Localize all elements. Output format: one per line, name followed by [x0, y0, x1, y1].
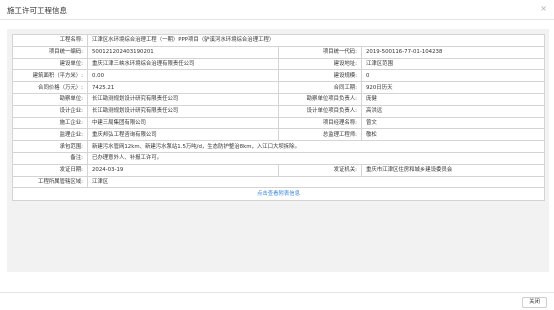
table-row: 施工企业: 中建三局集团有限公司 项目经理名称: 曾文: [12, 116, 546, 130]
construction-unit-value: 中建三局集团有限公司: [87, 116, 279, 130]
credit-code-value: 2019-500116-77-01-104238: [360, 45, 546, 59]
address-label: 建设地址:: [278, 57, 362, 71]
dialog-footer: 关闭: [0, 292, 554, 310]
dialog-content: 工程名称: 江津区水环境综合治理工程（一期）PPP项目（驴溪河水环境综合治理工程…: [7, 29, 549, 272]
scale-label: 建设规模:: [278, 69, 362, 83]
issue-date-value: 2024-03-19: [87, 163, 279, 177]
table-row: 勘察单位: 长江勘测规划设计研究有限责任公司 勘察单位项目负责人: 庞健: [12, 92, 546, 106]
scale-value: 0: [360, 69, 546, 83]
table-row: 设计企业: 长江勘测规划设计研究有限责任公司 设计单位项目负责人: 高洪远: [12, 104, 546, 118]
remark-value: 已办理意外人、补报工许可。: [86, 151, 546, 165]
more-link-cell: 点击查看附表信息: [11, 187, 546, 202]
credit-code-label: 项目统一代码:: [278, 45, 362, 59]
design-unit-value: 长江勘测规划设计研究有限责任公司: [87, 104, 279, 118]
supervision-unit-label: 监理企业:: [12, 128, 88, 142]
scope-label: 承包范围:: [12, 140, 88, 153]
district-value: 江津区: [86, 175, 546, 189]
table-row: 建设单位: 重庆江津三峡水环境综合治理有限责任公司 建设地址: 江津区范围: [12, 57, 546, 71]
close-button[interactable]: 关闭: [522, 297, 547, 308]
district-label: 工程所属管辖区域:: [12, 175, 88, 189]
project-code-value: 500121202403190201: [87, 45, 279, 59]
chief-supervisor-label: 总监理工程师:: [278, 128, 362, 142]
table-row: 点击查看附表信息: [11, 187, 546, 202]
survey-unit-value: 长江勘测规划设计研究有限责任公司: [87, 92, 279, 106]
table-row: 项目统一编码: 500121202403190201 项目统一代码: 2019-…: [12, 45, 546, 59]
issue-date-label: 发证日期:: [12, 163, 88, 177]
table-row: 监理企业: 重庆邦弘工程咨询有限公司 总监理工程师: 敬松: [12, 128, 546, 142]
dialog-header: 施工许可工程信息 ×: [0, 0, 554, 20]
close-icon[interactable]: ×: [540, 4, 547, 14]
survey-lead-label: 勘察单位项目负责人:: [278, 92, 362, 106]
chief-supervisor-value: 敬松: [360, 128, 546, 142]
dialog-title: 施工许可工程信息: [7, 6, 67, 15]
design-lead-label: 设计单位项目负责人:: [278, 104, 362, 118]
price-label: 合同价格（万元）:: [12, 81, 88, 94]
remark-label: 备注:: [12, 151, 88, 165]
table-row: 工程所属管辖区域: 江津区: [12, 175, 546, 189]
duration-value: 920日历天: [360, 81, 546, 94]
builder-label: 建设单位:: [12, 57, 88, 71]
issuer-label: 发证机关:: [278, 163, 362, 177]
view-attachment-link[interactable]: 点击查看附表信息: [257, 191, 300, 197]
table-row: 承包范围: 新建污水管网12km、新建污水泵站1.5万吨/d，生态防护整治8km…: [12, 140, 546, 153]
area-value: 0.00: [87, 69, 279, 83]
area-label: 建筑面积（平方米）:: [12, 69, 88, 83]
price-value: 7425.21: [87, 81, 279, 94]
table-row: 合同价格（万元）: 7425.21 合同工期: 920日历天: [12, 81, 546, 94]
survey-unit-label: 勘察单位:: [12, 92, 88, 106]
project-code-label: 项目统一编码:: [12, 45, 88, 59]
construction-unit-label: 施工企业:: [12, 116, 88, 130]
table-row: 备注: 已办理意外人、补报工许可。: [12, 151, 546, 165]
scope-value: 新建污水管网12km、新建污水泵站1.5万吨/d，生态防护整治8km，入江口大坝…: [86, 140, 546, 153]
builder-value: 重庆江津三峡水环境综合治理有限责任公司: [87, 57, 279, 71]
design-lead-value: 高洪远: [360, 104, 546, 118]
project-info-table: 工程名称: 江津区水环境综合治理工程（一期）PPP项目（驴溪河水环境综合治理工程…: [11, 34, 546, 202]
duration-label: 合同工期:: [278, 81, 362, 94]
table-row: 工程名称: 江津区水环境综合治理工程（一期）PPP项目（驴溪河水环境综合治理工程…: [12, 34, 546, 47]
issuer-value: 重庆市江津区住房和城乡建设委员会: [360, 163, 546, 177]
design-unit-label: 设计企业:: [12, 104, 88, 118]
table-row: 建筑面积（平方米）: 0.00 建设规模: 0: [12, 69, 546, 83]
project-name-value: 江津区水环境综合治理工程（一期）PPP项目（驴溪河水环境综合治理工程）: [86, 34, 546, 47]
address-value: 江津区范围: [360, 57, 546, 71]
supervision-unit-value: 重庆邦弘工程咨询有限公司: [87, 128, 279, 142]
project-name-label: 工程名称:: [12, 34, 88, 47]
project-manager-label: 项目经理名称:: [278, 116, 362, 130]
project-manager-value: 曾文: [360, 116, 546, 130]
survey-lead-value: 庞健: [360, 92, 546, 106]
table-row: 发证日期: 2024-03-19 发证机关: 重庆市江津区住房和城乡建设委员会: [12, 163, 546, 177]
